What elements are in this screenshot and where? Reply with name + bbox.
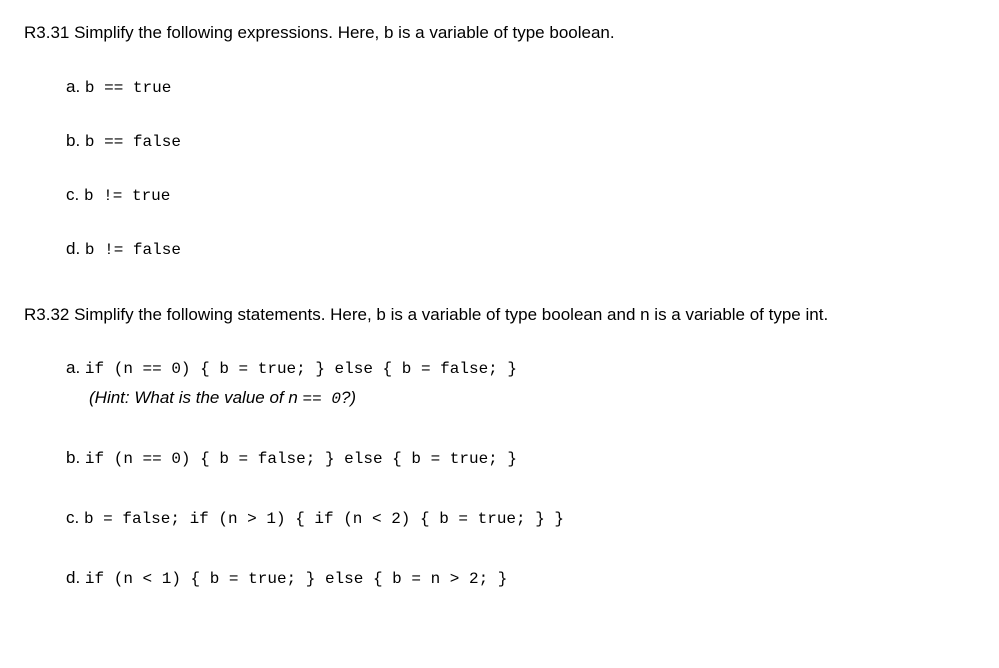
question-r3-31: R3.31 Simplify the following expressions… (24, 20, 975, 262)
sub-item-c: c. b != true (66, 182, 975, 208)
item-label: c. (66, 185, 84, 204)
sub-item-a: a. b == true (66, 74, 975, 100)
item-code: b != true (84, 187, 170, 205)
item-code: b = false; if (n > 1) { if (n < 2) { b =… (84, 510, 564, 528)
hint-code: == 0 (303, 390, 341, 408)
item-hint: (Hint: What is the value of n == 0?) (89, 385, 975, 411)
sub-items: a. b == true b. b == false c. b != true … (66, 74, 975, 262)
hint-post: ?) (341, 388, 356, 407)
sub-item-c: c. b = false; if (n > 1) { if (n < 2) { … (66, 505, 975, 531)
item-code: if (n == 0) { b = true; } else { b = fal… (85, 360, 517, 378)
item-code: if (n == 0) { b = false; } else { b = tr… (85, 450, 517, 468)
question-prompt: R3.31 Simplify the following expressions… (24, 20, 975, 46)
item-label: b. (66, 131, 85, 150)
hint-pre: (Hint: What is the value of n (89, 388, 303, 407)
item-code: b != false (85, 241, 181, 259)
sub-item-d: d. b != false (66, 236, 975, 262)
item-code: b == false (85, 133, 181, 151)
sub-item-a: a. if (n == 0) { b = true; } else { b = … (66, 355, 975, 411)
question-prompt: R3.32 Simplify the following statements.… (24, 302, 975, 328)
sub-items: a. if (n == 0) { b = true; } else { b = … (66, 355, 975, 591)
item-code: b == true (85, 79, 171, 97)
sub-item-b: b. b == false (66, 128, 975, 154)
item-label: a. (66, 77, 85, 96)
sub-item-b: b. if (n == 0) { b = false; } else { b =… (66, 445, 975, 471)
item-label: b. (66, 448, 85, 467)
item-label: c. (66, 508, 84, 527)
item-label: a. (66, 358, 85, 377)
question-r3-32: R3.32 Simplify the following statements.… (24, 302, 975, 592)
sub-item-d: d. if (n < 1) { b = true; } else { b = n… (66, 565, 975, 591)
item-code: if (n < 1) { b = true; } else { b = n > … (85, 570, 507, 588)
item-label: d. (66, 568, 85, 587)
item-label: d. (66, 239, 85, 258)
